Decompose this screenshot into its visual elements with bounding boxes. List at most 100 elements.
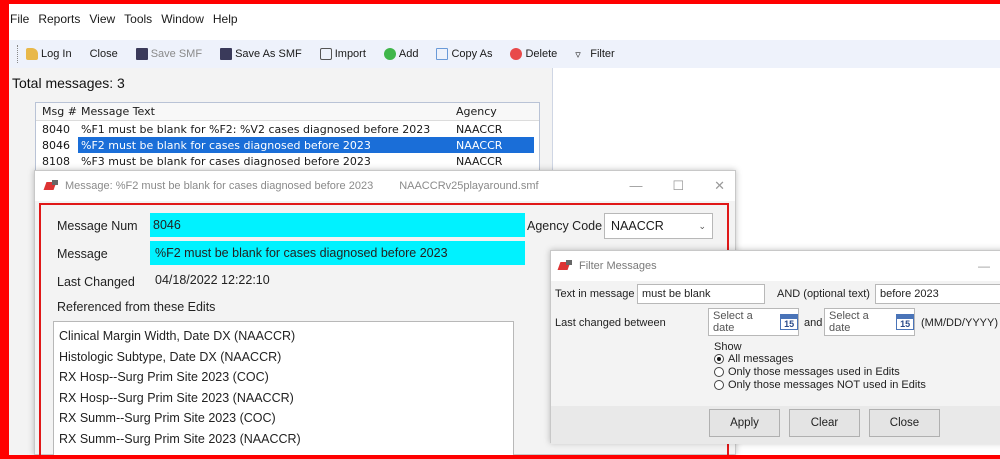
total-messages: Total messages: 3 bbox=[12, 75, 125, 91]
table-row-selected[interactable]: 8046 %F2 must be blank for cases diagnos… bbox=[36, 137, 539, 153]
radio-unselected-icon bbox=[714, 380, 724, 390]
toolbar-grip[interactable] bbox=[17, 45, 20, 63]
and-label: and bbox=[804, 317, 823, 329]
col-message-text[interactable]: Message Text bbox=[78, 105, 454, 118]
minimize-icon[interactable]: — bbox=[629, 178, 642, 194]
login-label: Log In bbox=[41, 48, 72, 60]
copy-as-button[interactable]: Copy As bbox=[436, 48, 492, 60]
list-item[interactable]: RX Summ--Surg Prim Site 2023 (COC) bbox=[54, 408, 513, 429]
table-row[interactable]: 8040 %F1 must be blank for %F2: %V2 case… bbox=[36, 121, 539, 137]
start-date-picker[interactable]: Select a date 15 bbox=[708, 308, 799, 336]
filter-label: Filter bbox=[590, 48, 615, 60]
toolbar: Log In Close Save SMF Save As SMF Import… bbox=[9, 40, 1000, 68]
filter-dialog-title: Filter Messages bbox=[579, 260, 657, 272]
close-icon[interactable]: ✕ bbox=[714, 178, 725, 194]
clear-button[interactable]: Clear bbox=[789, 409, 860, 437]
list-item[interactable]: RX Summ--Surg Prim Site 2023 (NAACCR) bbox=[54, 429, 513, 450]
and-optional-input[interactable]: before 2023 bbox=[875, 284, 1000, 304]
save-as-smf-label: Save As SMF bbox=[235, 48, 302, 60]
menu-tools[interactable]: Tools bbox=[124, 12, 152, 26]
menu-file[interactable]: File bbox=[10, 12, 29, 26]
list-item[interactable]: RX Hosp--Surg Prim Site 2023 (NAACCR) bbox=[54, 388, 513, 409]
agency-code-value: NAACCR bbox=[611, 219, 664, 233]
radio-all-messages-label: All messages bbox=[728, 353, 794, 365]
cell-agency: NAACCR bbox=[456, 154, 503, 168]
plus-circle-icon bbox=[383, 48, 396, 60]
col-msg-num[interactable]: Msg # bbox=[36, 105, 78, 118]
col-agency[interactable]: Agency bbox=[454, 105, 534, 118]
app-window: File Reports View Tools Window Help Log … bbox=[9, 4, 1000, 455]
calendar-icon[interactable]: 15 bbox=[780, 314, 798, 330]
cell-num: 8046 bbox=[42, 138, 70, 152]
start-date-placeholder: Select a date bbox=[713, 310, 753, 334]
radio-not-used-in-edits[interactable]: Only those messages NOT used in Edits bbox=[714, 379, 926, 391]
save-smf-button[interactable]: Save SMF bbox=[135, 48, 203, 60]
filter-icon: ▿ bbox=[575, 49, 581, 61]
save-as-smf-button[interactable]: Save As SMF bbox=[220, 48, 302, 60]
list-item[interactable]: Clinical Margin Width, Date DX (NAACCR) bbox=[54, 326, 513, 347]
filter-dialog-titlebar[interactable]: Filter Messages — bbox=[551, 251, 1000, 281]
referenced-edits-list[interactable]: Clinical Margin Width, Date DX (NAACCR) … bbox=[53, 321, 514, 455]
agency-code-select[interactable]: NAACCR ⌄ bbox=[604, 213, 713, 239]
cell-text: %F2 must be blank for cases diagnosed be… bbox=[78, 137, 454, 153]
copy-icon bbox=[436, 48, 449, 60]
last-changed-between-label: Last changed between bbox=[555, 317, 666, 329]
list-item[interactable]: RX Hosp--Surg Prim Site 2023 (COC) bbox=[54, 367, 513, 388]
message-dialog-file: NAACCRv25playaround.smf bbox=[399, 180, 539, 192]
calendar-icon[interactable]: 15 bbox=[896, 314, 914, 330]
floppy-disk-icon bbox=[220, 48, 233, 60]
menu-help[interactable]: Help bbox=[213, 12, 238, 26]
menu-view[interactable]: View bbox=[89, 12, 115, 26]
minimize-icon[interactable]: — bbox=[978, 259, 990, 273]
close-button[interactable]: Close bbox=[90, 48, 118, 60]
close-filter-button[interactable]: Close bbox=[869, 409, 940, 437]
radio-selected-icon bbox=[714, 354, 724, 364]
text-in-message-input[interactable]: must be blank bbox=[637, 284, 765, 304]
last-changed-value: 04/18/2022 12:22:10 bbox=[155, 273, 270, 287]
text-in-message-label: Text in message bbox=[555, 288, 635, 300]
copy-as-label: Copy As bbox=[451, 48, 493, 60]
chevron-down-icon: ⌄ bbox=[698, 220, 706, 231]
list-item[interactable]: Histologic Subtype, Date DX (NAACCR) bbox=[54, 347, 513, 368]
key-icon bbox=[26, 48, 38, 60]
maximize-icon[interactable]: ☐ bbox=[672, 178, 684, 194]
window-controls: — ☐ ✕ bbox=[629, 178, 725, 194]
message-label: Message bbox=[57, 247, 108, 261]
menu-window[interactable]: Window bbox=[161, 12, 204, 26]
last-changed-label: Last Changed bbox=[57, 275, 135, 289]
and-optional-label: AND (optional text) bbox=[777, 288, 870, 300]
import-icon bbox=[319, 48, 332, 60]
show-label: Show bbox=[714, 341, 742, 353]
message-dialog-titlebar[interactable]: Message: %F2 must be blank for cases dia… bbox=[35, 171, 735, 201]
date-format-label: (MM/DD/YYYY) bbox=[921, 317, 998, 329]
delete-label: Delete bbox=[525, 48, 558, 60]
menu-reports[interactable]: Reports bbox=[38, 12, 80, 26]
delete-button[interactable]: Delete bbox=[510, 48, 557, 60]
radio-all-messages[interactable]: All messages bbox=[714, 353, 793, 365]
agency-code-label: Agency Code bbox=[527, 219, 603, 233]
end-date-picker[interactable]: Select a date 15 bbox=[824, 308, 915, 336]
end-date-placeholder: Select a date bbox=[829, 310, 869, 334]
filter-dialog: Filter Messages — Text in message must b… bbox=[550, 250, 1000, 444]
msg-num-label: Message Num bbox=[57, 219, 138, 233]
close-label: Close bbox=[89, 48, 118, 60]
delete-circle-icon bbox=[510, 48, 523, 60]
radio-used-in-edits-label: Only those messages used in Edits bbox=[728, 366, 900, 378]
grid-header: Msg # Message Text Agency bbox=[36, 103, 539, 121]
floppy-disk-icon bbox=[135, 48, 148, 60]
radio-used-in-edits[interactable]: Only those messages used in Edits bbox=[714, 366, 900, 378]
cell-text: %F3 must be blank for cases diagnosed be… bbox=[81, 154, 371, 168]
save-smf-label: Save SMF bbox=[150, 48, 203, 60]
apply-button[interactable]: Apply bbox=[709, 409, 780, 437]
menu-bar: File Reports View Tools Window Help bbox=[9, 4, 1000, 34]
import-button[interactable]: Import bbox=[319, 48, 366, 60]
referenced-edits-label: Referenced from these Edits bbox=[57, 300, 216, 314]
login-button[interactable]: Log In bbox=[26, 48, 72, 60]
add-button[interactable]: Add bbox=[383, 48, 418, 60]
msg-num-field[interactable]: 8046 bbox=[150, 213, 525, 237]
filter-button[interactable]: ▿ Filter bbox=[575, 48, 615, 61]
message-field[interactable]: %F2 must be blank for cases diagnosed be… bbox=[150, 241, 525, 265]
radio-unselected-icon bbox=[714, 367, 724, 377]
table-row[interactable]: 8108 %F3 must be blank for cases diagnos… bbox=[36, 153, 539, 169]
cell-num: 8040 bbox=[42, 122, 70, 136]
